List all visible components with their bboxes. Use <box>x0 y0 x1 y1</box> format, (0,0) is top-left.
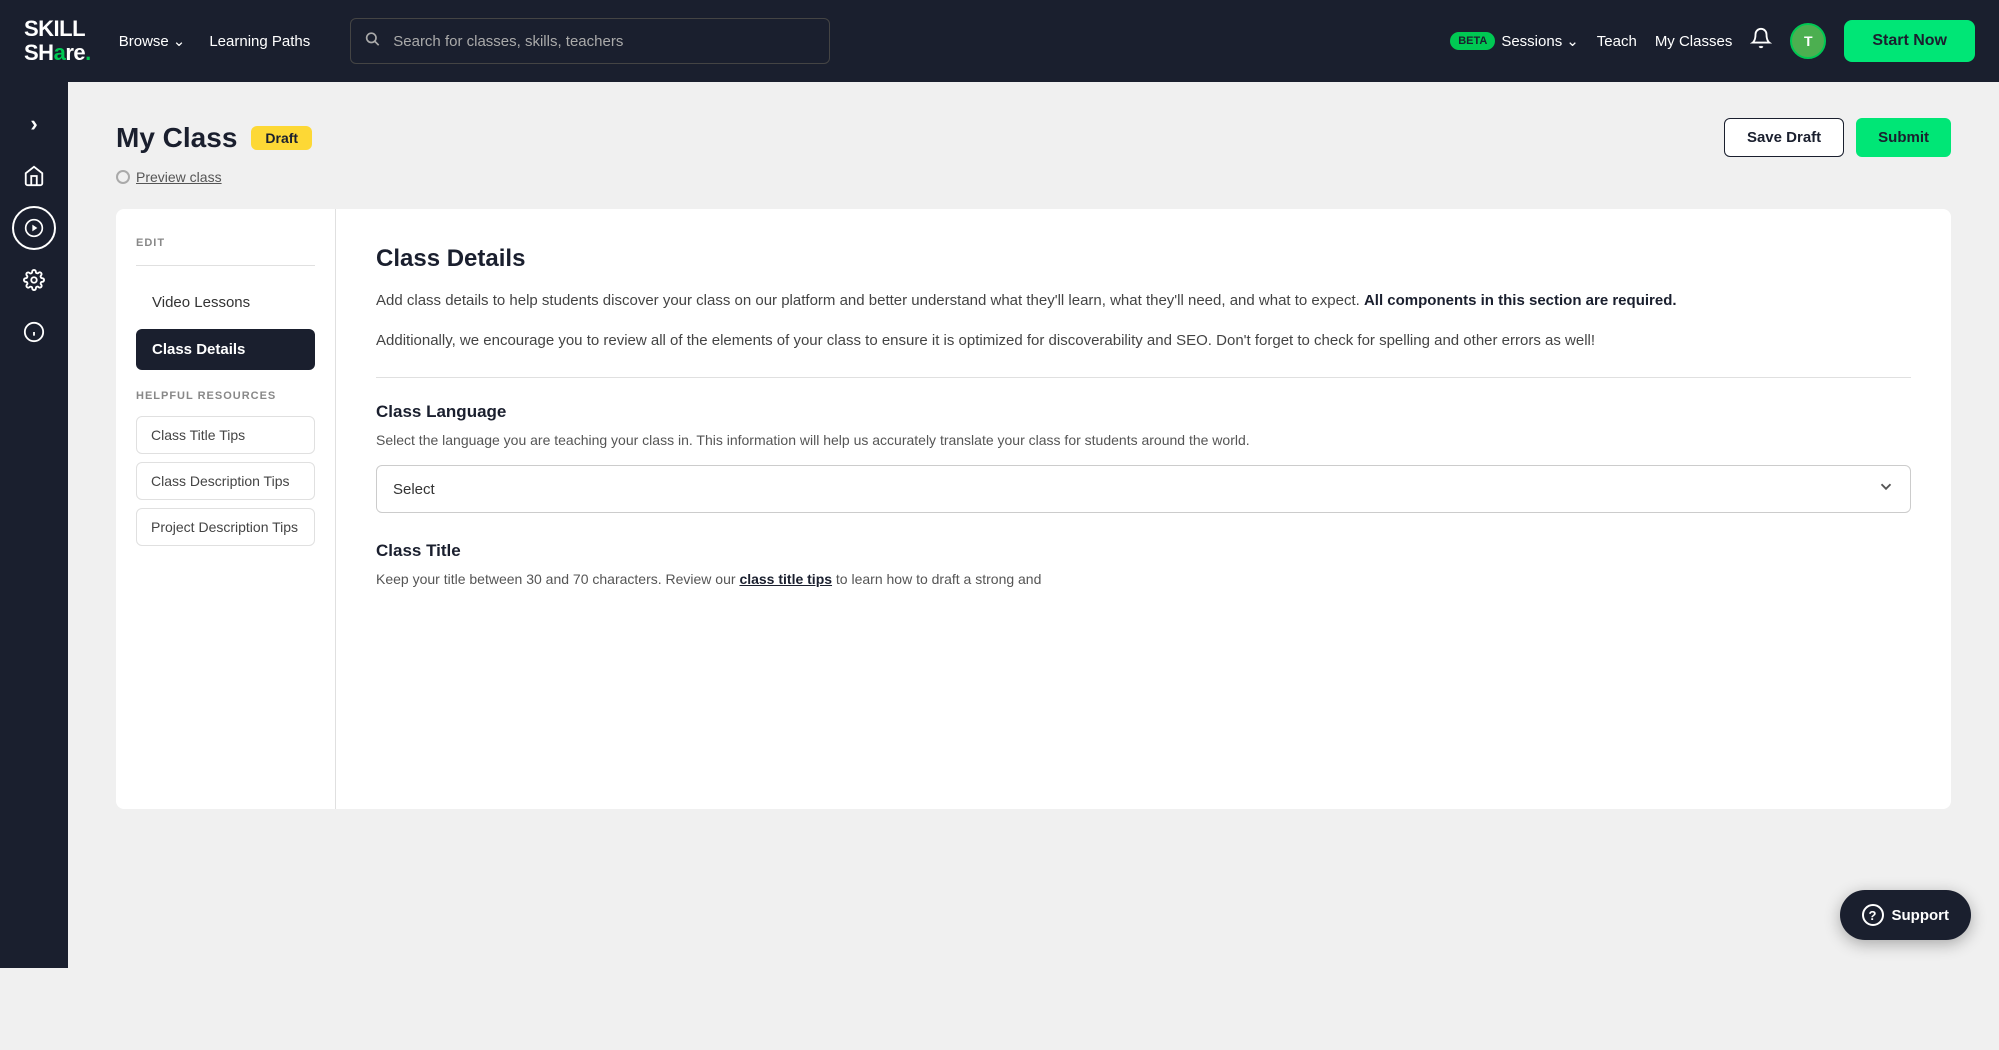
teach-link[interactable]: Teach <box>1597 33 1637 50</box>
class-details-nav-item[interactable]: Class Details <box>136 329 315 370</box>
left-content-nav: EDIT Video Lessons Class Details HELPFUL… <box>116 209 336 809</box>
submit-button[interactable]: Submit <box>1856 118 1951 157</box>
class-details-content: Class Details Add class details to help … <box>336 209 1951 809</box>
learning-paths-link[interactable]: Learning Paths <box>209 33 310 50</box>
navbar: SKILL SHare. Browse ⌄ Learning Paths BET… <box>0 0 1999 82</box>
sidebar-home-button[interactable] <box>12 154 56 198</box>
class-title-desc: Keep your title between 30 and 70 charac… <box>376 569 1911 590</box>
page-header: My Class Draft Save Draft Submit <box>116 118 1951 157</box>
content-panel: EDIT Video Lessons Class Details HELPFUL… <box>116 209 1951 809</box>
language-select[interactable]: Select English Spanish French German Jap… <box>376 465 1911 513</box>
class-title-tips-inline-link[interactable]: class title tips <box>739 571 832 587</box>
language-desc: Select the language you are teaching you… <box>376 430 1911 451</box>
logo[interactable]: SKILL SHare. <box>24 17 91 65</box>
sidebar-info-button[interactable] <box>12 310 56 354</box>
nav-links: Browse ⌄ Learning Paths <box>119 32 311 50</box>
class-title-tips-link[interactable]: Class Title Tips <box>136 416 315 454</box>
nav-right: BETA Sessions ⌄ Teach My Classes T Start… <box>1450 20 1975 62</box>
edit-section-label: EDIT <box>136 237 315 249</box>
helpful-resources-label: HELPFUL RESOURCES <box>136 390 315 402</box>
browse-link[interactable]: Browse ⌄ <box>119 32 186 50</box>
draft-badge: Draft <box>251 126 312 150</box>
search-bar <box>350 18 830 64</box>
preview-class-link[interactable]: Preview class <box>116 169 1951 185</box>
class-details-desc-2: Additionally, we encourage you to review… <box>376 329 1911 353</box>
chevron-right-icon: › <box>30 111 37 137</box>
language-select-wrapper: Select English Spanish French German Jap… <box>376 465 1911 513</box>
class-language-field: Class Language Select the language you a… <box>376 402 1911 513</box>
beta-badge: BETA <box>1450 32 1495 50</box>
nav-divider-1 <box>136 265 315 266</box>
logo-line1: SKILL <box>24 17 91 41</box>
myclasses-link[interactable]: My Classes <box>1655 33 1733 50</box>
logo-line2: SHare. <box>24 41 91 65</box>
page-body: › My Class <box>0 82 1999 968</box>
class-title-field: Class Title Keep your title between 30 a… <box>376 541 1911 590</box>
main-area: My Class Draft Save Draft Submit Preview… <box>68 82 1999 968</box>
class-description-tips-link[interactable]: Class Description Tips <box>136 462 315 500</box>
page-title: My Class <box>116 122 237 154</box>
class-title-label: Class Title <box>376 541 1911 561</box>
sidebar-play-button[interactable] <box>12 206 56 250</box>
class-details-desc-1: Add class details to help students disco… <box>376 289 1911 313</box>
content-divider <box>376 377 1911 378</box>
search-input[interactable] <box>350 18 830 64</box>
project-description-tips-link[interactable]: Project Description Tips <box>136 508 315 546</box>
avatar[interactable]: T <box>1790 23 1826 59</box>
sidebar-settings-button[interactable] <box>12 258 56 302</box>
start-now-button[interactable]: Start Now <box>1844 20 1975 62</box>
page-title-row: My Class Draft <box>116 122 312 154</box>
class-details-title: Class Details <box>376 245 1911 273</box>
sidebar-expand-button[interactable]: › <box>12 102 56 146</box>
sessions-group: BETA Sessions ⌄ <box>1450 32 1579 50</box>
sessions-link[interactable]: Sessions ⌄ <box>1501 32 1578 50</box>
header-actions: Save Draft Submit <box>1724 118 1951 157</box>
chevron-down-icon: ⌄ <box>173 32 186 50</box>
search-icon <box>364 31 380 52</box>
icon-sidebar: › <box>0 82 68 968</box>
sessions-chevron-icon: ⌄ <box>1566 32 1579 50</box>
language-label: Class Language <box>376 402 1911 422</box>
video-lessons-nav-item[interactable]: Video Lessons <box>136 282 315 323</box>
bell-icon[interactable] <box>1750 27 1772 55</box>
support-icon: ? <box>1862 904 1884 926</box>
preview-circle-icon <box>116 170 130 184</box>
save-draft-button[interactable]: Save Draft <box>1724 118 1844 157</box>
support-button[interactable]: ? Support <box>1840 890 1972 940</box>
